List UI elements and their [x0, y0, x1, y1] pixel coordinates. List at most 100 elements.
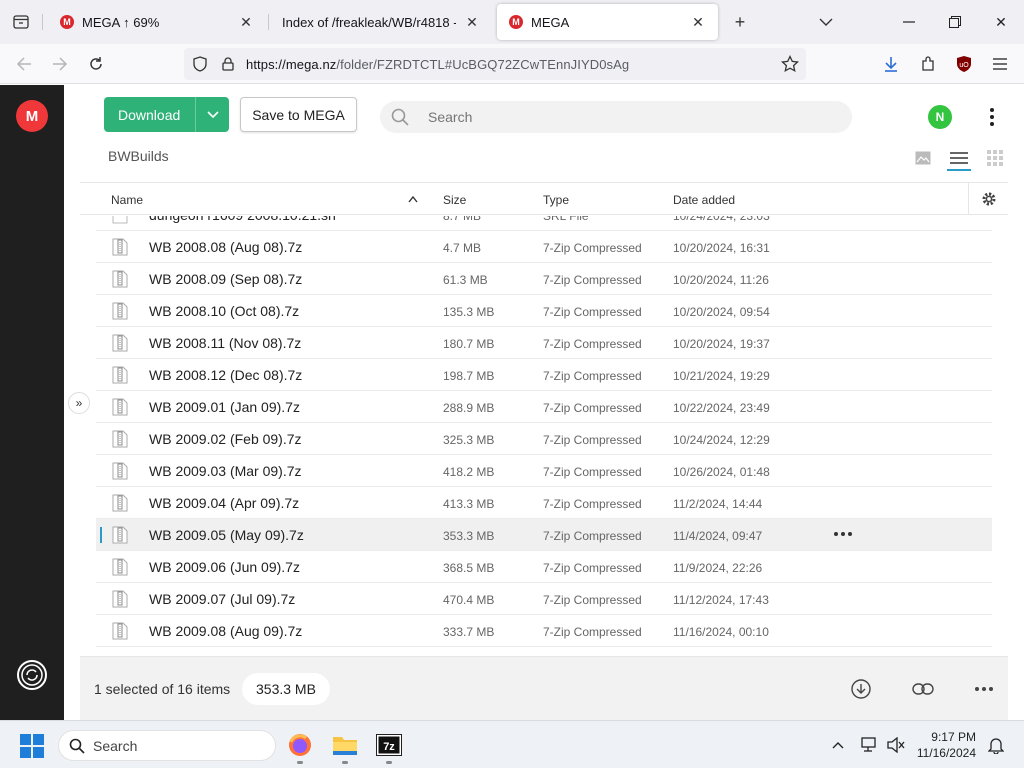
file-date: 10/26/2024, 01:48: [673, 465, 770, 479]
selection-count: 1 selected of 16 items: [94, 681, 231, 697]
forward-arrow-icon[interactable]: [46, 50, 74, 78]
file-row[interactable]: WB 2008.11 (Nov 08).7z 180.7 MB 7-Zip Comp…: [96, 327, 992, 359]
save-to-mega-button[interactable]: Save to MEGA: [240, 97, 357, 132]
reload-icon[interactable]: [82, 50, 110, 78]
chevron-down-icon[interactable]: [812, 8, 840, 36]
sort-ascending-icon[interactable]: [408, 192, 418, 206]
file-row[interactable]: WB 2008.08 (Aug 08).7z 4.7 MB 7-Zip Compre…: [96, 231, 992, 263]
close-window-icon[interactable]: ✕: [978, 0, 1024, 44]
tab-separator: [268, 14, 269, 30]
back-arrow-icon[interactable]: [10, 50, 38, 78]
firefox-icon[interactable]: [284, 729, 316, 761]
file-row[interactable]: WB 2009.05 (May 09).7z 353.3 MB 7-Zip Comp…: [96, 519, 992, 551]
file-row[interactable]: WB 2009.04 (Apr 09).7z 413.3 MB 7-Zip Comp…: [96, 487, 992, 519]
downloads-icon[interactable]: [877, 50, 905, 78]
ublock-icon[interactable]: uO: [950, 50, 978, 78]
file-size: 288.9 MB: [443, 401, 495, 415]
taskbar-search[interactable]: Search: [58, 730, 276, 761]
tab-mega-active[interactable]: M MEGA ✕: [497, 4, 718, 40]
menu-hamburger-icon[interactable]: [986, 50, 1014, 78]
list-view-icon[interactable]: [948, 147, 970, 169]
close-icon[interactable]: ✕: [464, 14, 480, 31]
file-row[interactable]: dungeon r1609 2008.10.21.srl 8.7 MB SRL Fi…: [96, 216, 992, 231]
file-date: 11/2/2024, 14:44: [673, 497, 763, 511]
download-icon[interactable]: [848, 676, 874, 702]
file-name: WB 2009.07 (Jul 09).7z: [149, 591, 296, 607]
avatar[interactable]: N: [928, 105, 952, 129]
file-name: WB 2008.08 (Aug 08).7z: [149, 239, 303, 255]
file-type: 7-Zip Compressed: [543, 625, 642, 639]
file-row[interactable]: WB 2008.09 (Sep 08).7z 61.3 MB 7-Zip Compr…: [96, 263, 992, 295]
notification-bell-icon[interactable]: [986, 735, 1006, 755]
active-view-indicator: [947, 169, 971, 171]
file-row[interactable]: WB 2009.02 (Feb 09).7z 325.3 MB 7-Zip Comp…: [96, 423, 992, 455]
more-horizontal-icon[interactable]: [971, 676, 997, 702]
file-row[interactable]: WB 2009.03 (Mar 09).7z 418.2 MB 7-Zip Comp…: [96, 455, 992, 487]
mega-logo[interactable]: M: [16, 100, 48, 132]
browser-tab-strip: M MEGA ↑ 69% ✕ Index of /freakleak/WB/r4…: [0, 0, 1024, 44]
grid-view-icon[interactable]: [984, 147, 1006, 169]
chevron-up-icon[interactable]: [828, 735, 848, 755]
file-name: WB 2008.11 (Nov 08).7z: [149, 335, 302, 351]
chevron-down-icon[interactable]: [195, 97, 229, 132]
file-explorer-icon[interactable]: [329, 729, 361, 761]
mega-favicon-icon: M: [60, 15, 74, 29]
windows-start-icon[interactable]: [20, 734, 44, 758]
file-row[interactable]: WB 2009.07 (Jul 09).7z 470.4 MB 7-Zip Comp…: [96, 583, 992, 615]
column-date[interactable]: Date added: [673, 193, 735, 207]
close-icon[interactable]: ✕: [238, 14, 254, 31]
svg-text:uO: uO: [959, 62, 969, 69]
breadcrumb[interactable]: BWBuilds: [108, 148, 169, 164]
file-size: 413.3 MB: [443, 497, 495, 511]
more-horizontal-icon[interactable]: [834, 528, 852, 536]
gear-icon[interactable]: [968, 183, 1008, 214]
file-date: 10/21/2024, 19:29: [673, 369, 770, 383]
tab-separator: [42, 14, 43, 30]
selection-size: 353.3 MB: [242, 673, 330, 705]
file-icon: [112, 216, 128, 224]
file-row[interactable]: WB 2009.06 (Jun 09).7z 368.5 MB 7-Zip Comp…: [96, 551, 992, 583]
file-row[interactable]: WB 2008.12 (Dec 08).7z 198.7 MB 7-Zip Comp…: [96, 359, 992, 391]
file-size: 325.3 MB: [443, 433, 495, 447]
volume-muted-icon[interactable]: [886, 735, 906, 755]
file-name: WB 2008.09 (Sep 08).7z: [149, 271, 303, 287]
tab-mega-upload[interactable]: M MEGA ↑ 69% ✕: [48, 4, 266, 40]
column-type[interactable]: Type: [543, 193, 569, 207]
file-row[interactable]: WB 2008.10 (Oct 08).7z 135.3 MB 7-Zip Comp…: [96, 295, 992, 327]
download-button[interactable]: Download: [104, 97, 229, 132]
file-type: 7-Zip Compressed: [543, 465, 642, 479]
file-date: 10/20/2024, 09:54: [673, 305, 770, 319]
file-row[interactable]: WB 2009.01 (Jan 09).7z 288.9 MB 7-Zip Comp…: [96, 391, 992, 423]
url-path: /folder/FZRDTCTL#UcBGQ72ZCwTEnnJIYD0sAg: [336, 56, 630, 72]
column-name[interactable]: Name: [111, 193, 143, 207]
search-bar[interactable]: [380, 101, 852, 133]
column-size[interactable]: Size: [443, 193, 466, 207]
tab-index-of[interactable]: Index of /freakleak/WB/r4818 - 200 ✕: [270, 4, 492, 40]
extensions-icon[interactable]: [914, 50, 942, 78]
file-name: WB 2008.12 (Dec 08).7z: [149, 367, 303, 383]
new-tab-icon[interactable]: +: [726, 8, 754, 36]
file-list: dungeon r1609 2008.10.21.srl 8.7 MB SRL Fi…: [80, 216, 1008, 652]
thumbnail-view-icon[interactable]: [912, 147, 934, 169]
minimize-icon[interactable]: [886, 0, 932, 44]
svg-text:7z: 7z: [383, 741, 395, 753]
lock-icon[interactable]: [214, 50, 242, 78]
restore-icon[interactable]: [932, 0, 978, 44]
file-type: SRL File: [543, 216, 589, 223]
network-icon[interactable]: [860, 735, 880, 755]
file-row[interactable]: WB 2009.08 (Aug 09).7z 333.7 MB 7-Zip Comp…: [96, 615, 992, 647]
more-vertical-icon[interactable]: [982, 105, 1002, 129]
archive-icon: [112, 334, 128, 352]
search-icon: [380, 108, 420, 126]
system-clock[interactable]: 9:17 PM 11/16/2024: [914, 729, 976, 761]
shield-icon[interactable]: [186, 50, 214, 78]
bookmark-star-icon[interactable]: [776, 50, 804, 78]
7zip-icon[interactable]: 7z: [373, 729, 405, 761]
search-input[interactable]: [428, 109, 728, 125]
close-icon[interactable]: ✕: [690, 14, 706, 31]
url-bar[interactable]: https://mega.nz/folder/FZRDTCTL#UcBGQ72Z…: [184, 48, 806, 80]
link-icon[interactable]: [910, 676, 936, 702]
sync-icon[interactable]: [16, 659, 48, 691]
tab-list-icon[interactable]: [0, 0, 42, 44]
running-indicator: [297, 761, 303, 764]
